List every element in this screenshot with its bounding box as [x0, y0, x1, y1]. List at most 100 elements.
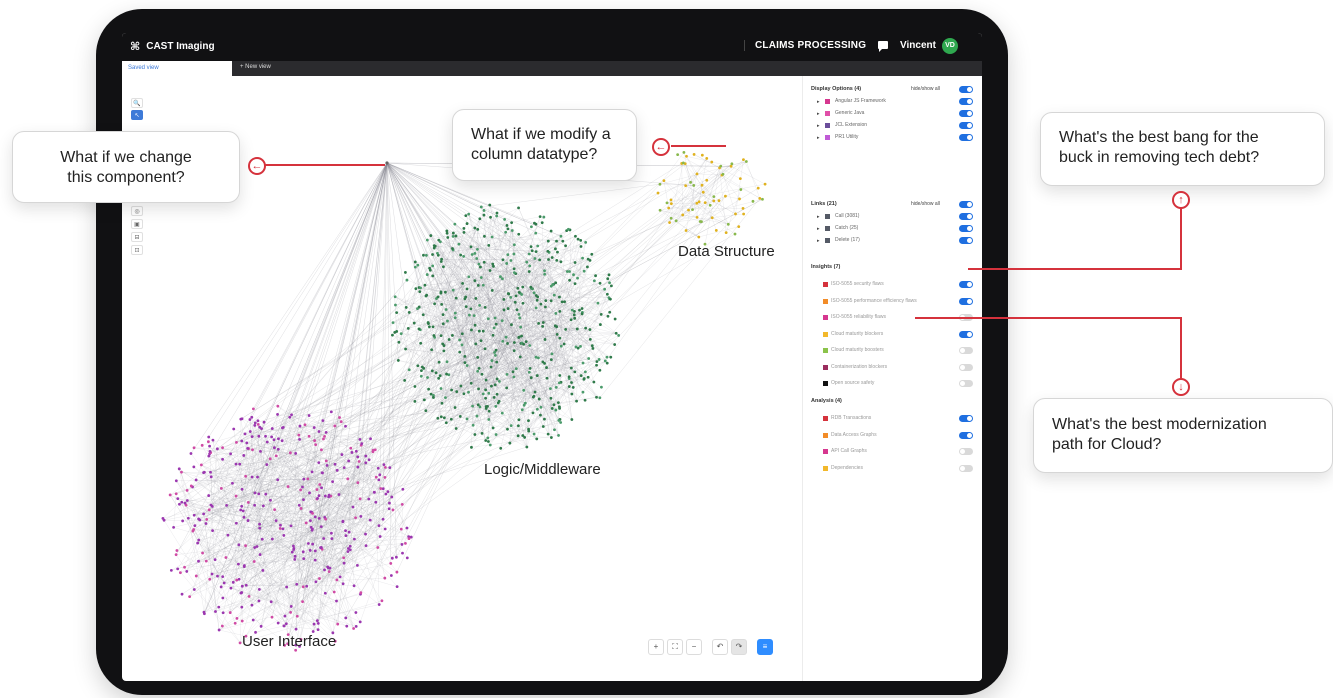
- chevron-right-icon[interactable]: ▸: [817, 99, 820, 105]
- filter-row[interactable]: ▸ Delete (17): [811, 237, 977, 246]
- filter-toggle[interactable]: [959, 431, 973, 439]
- filter-label: Cloud maturity boosters: [831, 347, 884, 353]
- hide-show-all-toggle[interactable]: [959, 86, 973, 93]
- chevron-right-icon[interactable]: ▸: [817, 111, 820, 117]
- callout-column-datatype: What if we modify a column datatype?: [452, 109, 637, 181]
- filter-toggle[interactable]: [959, 237, 973, 244]
- filter-row[interactable]: Open source safety: [811, 380, 977, 389]
- chevron-right-icon[interactable]: ▸: [817, 214, 820, 220]
- filter-toggle[interactable]: [959, 122, 973, 129]
- connector-line: [671, 145, 726, 147]
- brand[interactable]: ⌘ CAST Imaging: [130, 40, 215, 53]
- new-view-button[interactable]: + New view: [240, 64, 271, 70]
- arrow-down-icon: ↓: [1172, 378, 1190, 396]
- filter-row[interactable]: ISO-5055 security flaws: [811, 281, 977, 290]
- avatar[interactable]: VD: [942, 38, 958, 54]
- filter-label: Data Access Graphs: [831, 431, 877, 438]
- filter-toggle[interactable]: [959, 110, 973, 117]
- tab-saved-view[interactable]: Saved view: [122, 61, 232, 76]
- color-swatch: [823, 315, 828, 320]
- redo-button[interactable]: ↷: [731, 639, 747, 655]
- filter-toggle[interactable]: [959, 281, 973, 288]
- color-swatch: [825, 214, 830, 219]
- color-swatch: [825, 135, 830, 140]
- filter-toggle[interactable]: [959, 98, 973, 105]
- filter-toggle[interactable]: [959, 448, 973, 455]
- filter-row[interactable]: ▸ Catch (25): [811, 225, 977, 234]
- filter-row[interactable]: ▸ PR1 Utility: [811, 134, 977, 143]
- selected-component-node[interactable]: [385, 161, 389, 165]
- cluster-label-user-interface: User Interface: [242, 633, 337, 650]
- color-swatch: [823, 282, 828, 287]
- project-name[interactable]: CLAIMS PROCESSING: [744, 40, 866, 51]
- collapse-icon[interactable]: ⊟: [131, 232, 143, 242]
- chevron-right-icon[interactable]: ▸: [817, 123, 820, 129]
- filter-label: Delete (17): [835, 237, 860, 243]
- filter-row[interactable]: Cloud maturity blockers: [811, 330, 977, 340]
- filter-toggle[interactable]: [959, 464, 973, 472]
- fit-view-button[interactable]: ⛶: [667, 639, 683, 655]
- color-swatch: [823, 364, 828, 370]
- connector-line: [265, 164, 385, 166]
- filter-row[interactable]: Containerization blockers: [811, 363, 977, 373]
- filter-row[interactable]: RDB Transactions: [811, 415, 977, 424]
- chevron-right-icon[interactable]: ▸: [817, 226, 820, 232]
- connector-line: [915, 317, 1181, 319]
- hide-show-all-label: hide/show all: [911, 86, 940, 92]
- filter-toggle[interactable]: [959, 213, 973, 220]
- color-swatch: [825, 226, 830, 231]
- filter-label: Generic Java: [835, 110, 865, 116]
- filter-label: Angular JS Framework: [835, 98, 886, 104]
- arrow-left-icon: ←: [652, 138, 670, 156]
- filter-label: Dependencies: [831, 464, 863, 471]
- filter-toggle[interactable]: [959, 363, 973, 371]
- callout-tech-debt: What's the best bang for the buck in rem…: [1040, 112, 1325, 186]
- filter-toggle[interactable]: [959, 415, 973, 422]
- hide-show-all-toggle[interactable]: [959, 201, 973, 208]
- cluster-label-logic: Logic/Middleware: [484, 461, 601, 478]
- section-title-analysis: Analysis (4): [811, 398, 842, 404]
- filter-toggle[interactable]: [959, 380, 973, 387]
- filter-row[interactable]: ▸ Angular JS Framework: [811, 98, 977, 107]
- zoom-controls: + ⛶ − ↶ ↷ ≡: [648, 639, 773, 655]
- undo-button[interactable]: ↶: [712, 639, 728, 655]
- filter-toggle[interactable]: [959, 347, 973, 354]
- zoom-out-button[interactable]: −: [686, 639, 702, 655]
- frame-icon[interactable]: ⊡: [131, 245, 143, 255]
- filter-row[interactable]: ▸ Call (3081): [811, 213, 977, 222]
- color-swatch: [823, 465, 828, 471]
- filter-label: RDB Transactions: [831, 415, 872, 421]
- filter-toggle[interactable]: [959, 330, 973, 338]
- arrow-up-icon: ↑: [1172, 191, 1190, 209]
- connector-line: [1180, 317, 1182, 379]
- chevron-right-icon[interactable]: ▸: [817, 238, 820, 244]
- filter-row[interactable]: ISO-5055 performance efficiency flaws: [811, 297, 977, 307]
- color-swatch: [823, 348, 828, 353]
- callout-cloud-modernization: What's the best modernization path for C…: [1033, 398, 1333, 473]
- chat-icon[interactable]: [878, 41, 888, 52]
- search-icon[interactable]: 🔍: [131, 98, 143, 108]
- filter-row[interactable]: ▸ Generic Java: [811, 110, 977, 119]
- connector-line: [968, 268, 1180, 270]
- filter-row[interactable]: API Call Graphs: [811, 448, 977, 457]
- filter-row[interactable]: Cloud maturity boosters: [811, 347, 977, 356]
- select-pointer-icon[interactable]: ↖: [131, 110, 143, 120]
- filter-row[interactable]: ▸ JCL Extension: [811, 122, 977, 131]
- filter-label: ISO-5055 security flaws: [831, 281, 884, 287]
- color-swatch: [825, 238, 830, 243]
- filter-row[interactable]: Dependencies: [811, 464, 977, 474]
- user-name[interactable]: Vincent: [900, 40, 936, 51]
- color-swatch: [823, 381, 828, 386]
- filter-toggle[interactable]: [959, 134, 973, 141]
- filter-toggle[interactable]: [959, 297, 973, 305]
- filter-toggle[interactable]: [959, 225, 973, 232]
- zoom-in-button[interactable]: +: [648, 639, 664, 655]
- focus-icon[interactable]: ◎: [131, 206, 143, 216]
- color-swatch: [823, 331, 828, 337]
- section-title-links: Links (21): [811, 201, 837, 207]
- filter-label: JCL Extension: [835, 122, 868, 128]
- chevron-right-icon[interactable]: ▸: [817, 135, 820, 141]
- legend-toggle-button[interactable]: ≡: [757, 639, 773, 655]
- group-icon[interactable]: ▣: [131, 219, 143, 229]
- filter-row[interactable]: Data Access Graphs: [811, 431, 977, 441]
